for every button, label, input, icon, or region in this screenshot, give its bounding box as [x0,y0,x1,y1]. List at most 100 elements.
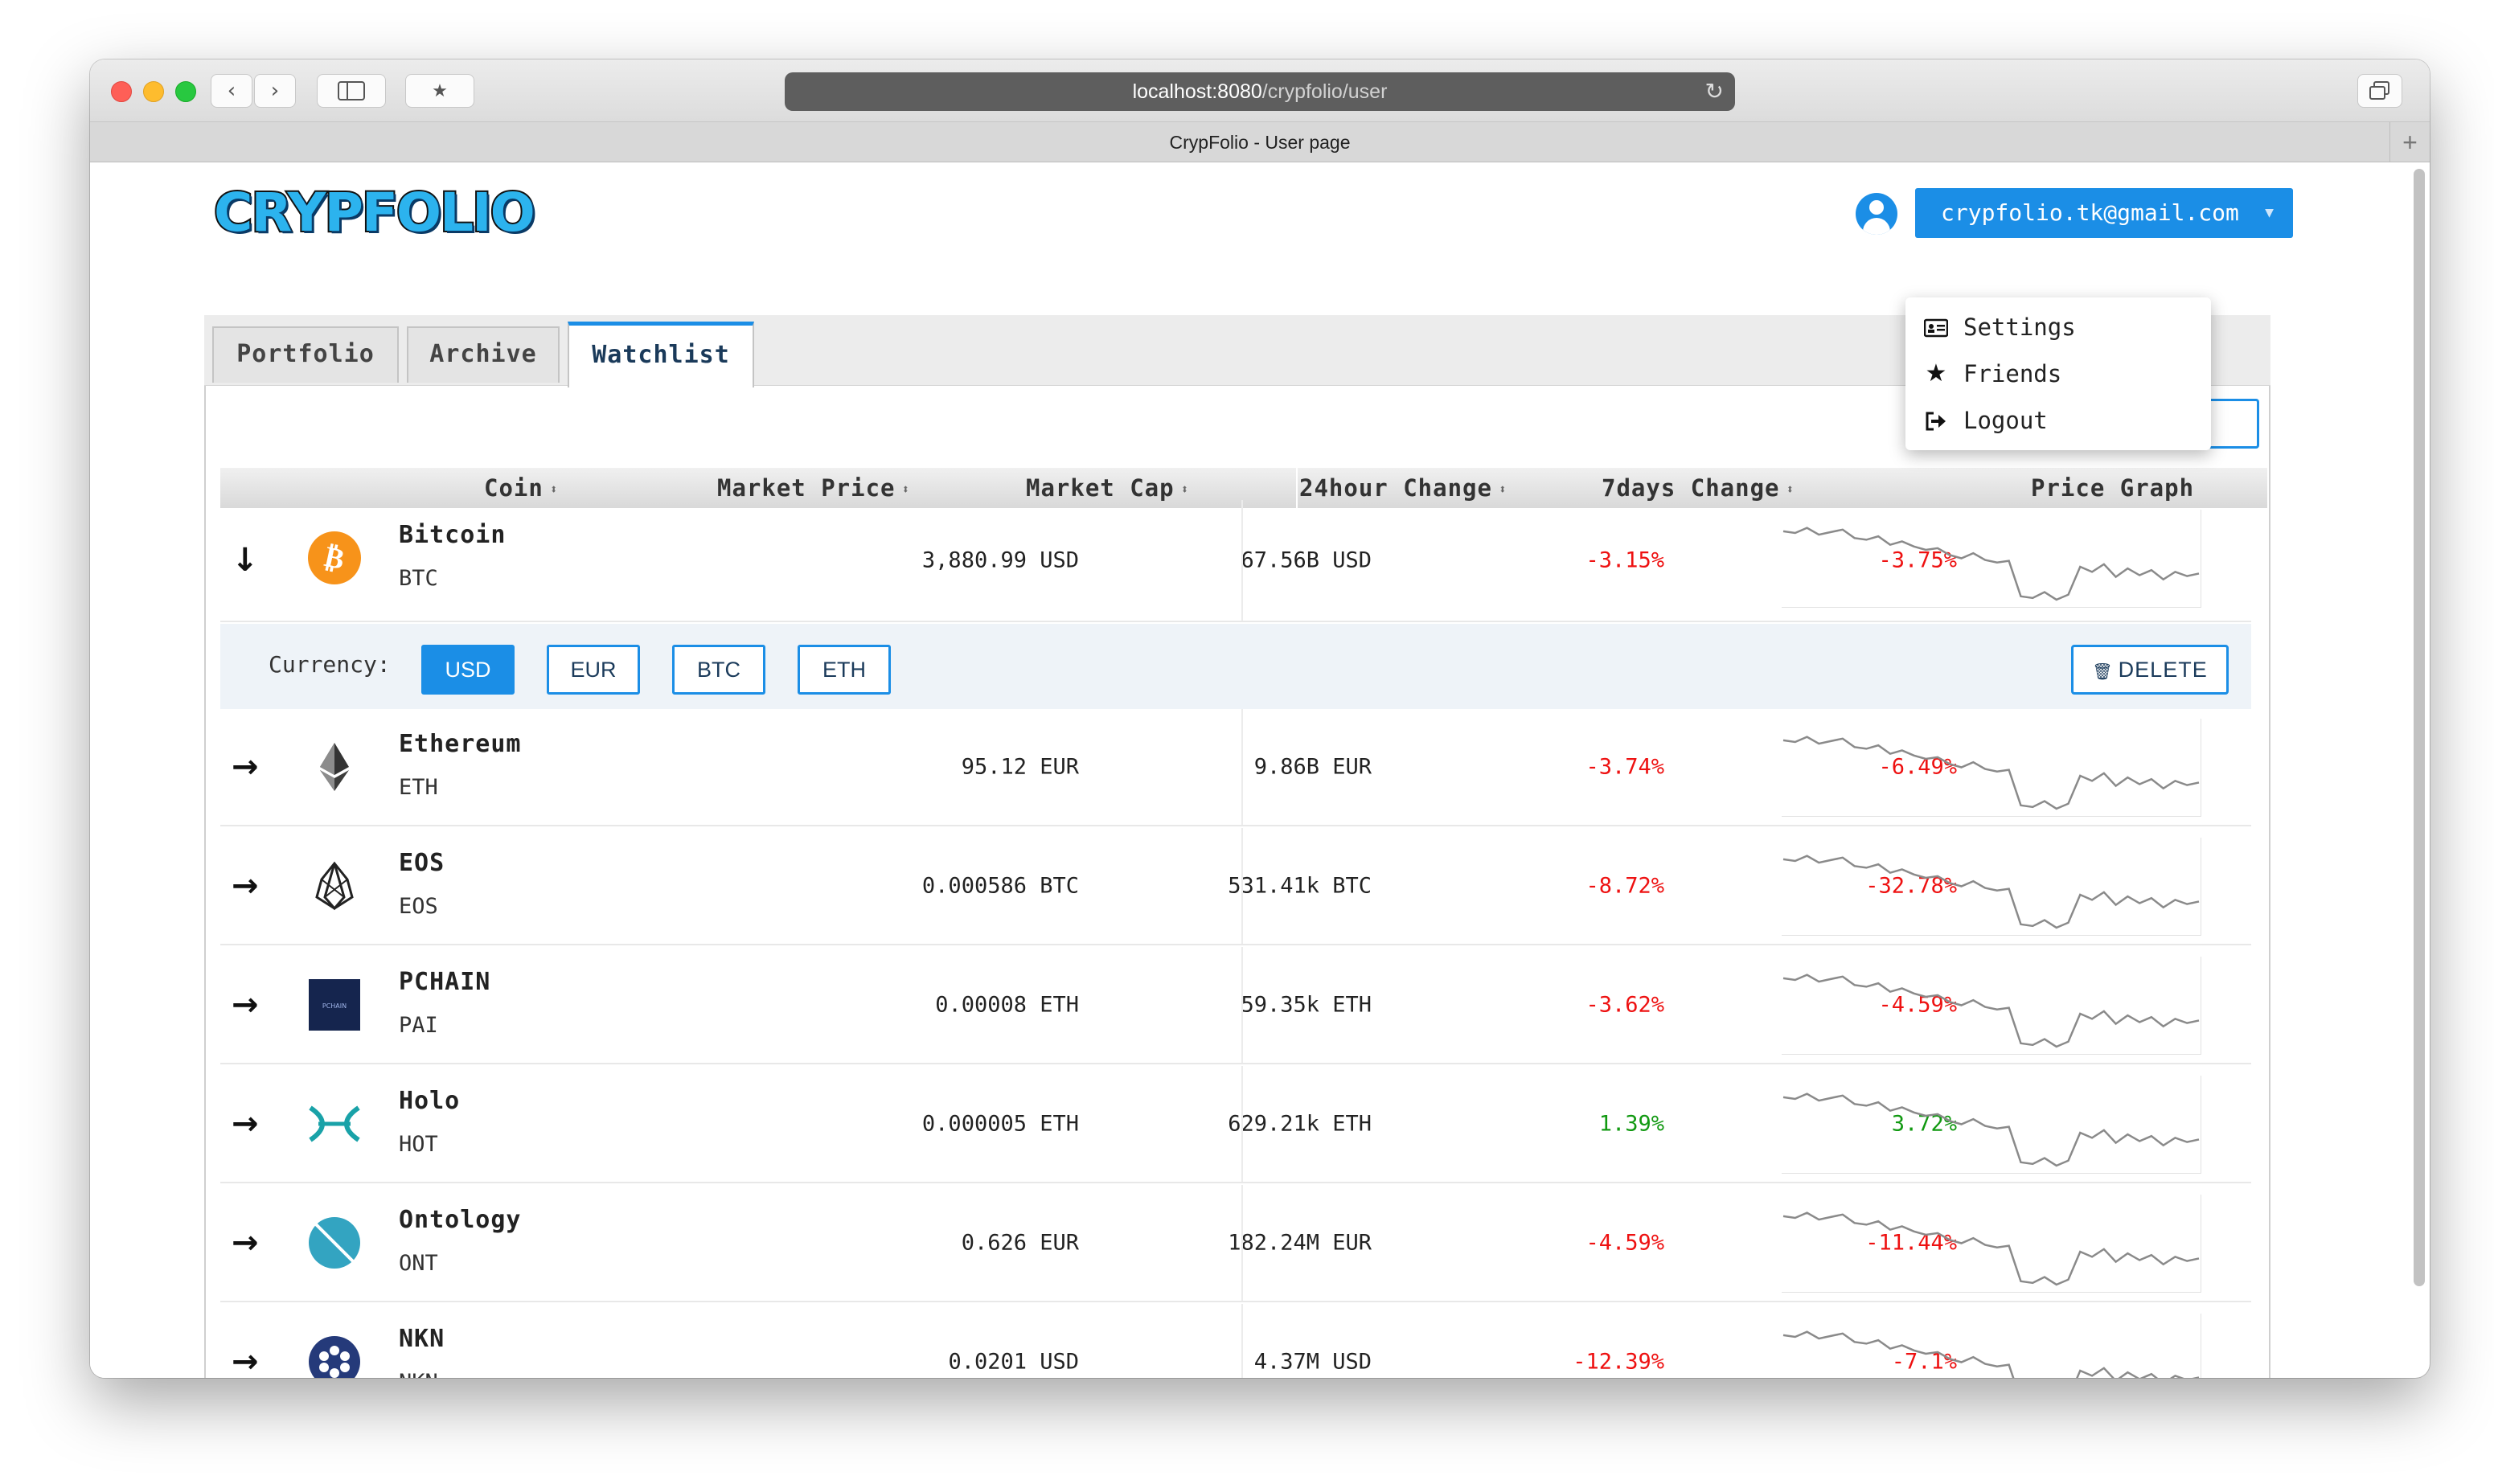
arrow-right-icon[interactable]: → [232,867,259,904]
arrow-right-icon[interactable]: → [232,748,259,785]
tab-overview-button[interactable] [2357,74,2402,108]
trash-icon: 🗑 [2092,662,2114,681]
ontology-icon [307,1215,362,1270]
currency-eth-button[interactable]: ETH [798,645,891,695]
table-row[interactable]: → Ontology ONT 0.626 EUR 182.24M EUR -4.59% -1… [220,1185,2251,1302]
market-cap: 182.24M EUR [1228,1230,1372,1256]
sort-icon: ⬍ [1498,482,1507,497]
coin-name: Holo [399,1087,461,1115]
market-price: 0.626 EUR [961,1230,1079,1256]
eos-icon [307,859,362,913]
chevron-left-icon: ‹ [227,79,236,103]
coin-symbol: EOS [399,894,438,919]
table-row[interactable]: → Holo HOT 0.000005 ETH 629.21k ETH 1.39% 3.72… [220,1066,2251,1183]
currency-btc-button[interactable]: BTC [672,645,765,695]
chevron-right-icon: › [270,79,280,103]
arrow-right-icon[interactable]: → [232,1105,259,1142]
currency-label: Currency: [269,651,391,678]
change-24h: -3.15% [1585,547,1664,573]
change-24h: -8.72% [1585,873,1664,899]
reload-icon[interactable]: ↻ [1705,72,1724,111]
currency-usd-button[interactable]: USD [421,645,515,695]
coin-name: NKN [399,1325,445,1353]
column-divider [1241,1304,1243,1378]
change-24h: -12.39% [1573,1349,1664,1375]
plus-icon: + [2402,128,2418,157]
sidebar-toggle-button[interactable] [317,74,386,108]
market-price: 0.00008 ETH [935,992,1079,1018]
browser-tab-bar[interactable]: CrypFolio - User page + [90,122,2430,162]
coin-symbol: HOT [399,1132,438,1157]
menu-item-logout[interactable]: Logout [1905,397,2211,444]
crypfolio-logo[interactable]: CRYPFOLIO [212,180,537,245]
zoom-window-button[interactable] [175,81,196,102]
coin-name: Ethereum [399,730,522,758]
star-bookmark-icon: ★ [432,80,448,101]
delete-coin-button[interactable]: 🗑 DELETE [2071,645,2229,695]
user-menu-button[interactable]: crypfolio.tk@gmail.com ▼ [1915,188,2293,238]
column-divider [1241,828,1243,944]
arrow-right-icon[interactable]: → [232,1224,259,1261]
price-sparkline [1782,510,2201,608]
arrow-right-icon[interactable]: → [232,1343,259,1378]
user-avatar-icon[interactable] [1856,193,1897,235]
table-row[interactable]: →NKNNKN0.0201 USD4.37M USD-12.39%-7.1% [220,1304,2251,1378]
sort-icon: ⬍ [1180,482,1190,497]
coin-symbol: PAI [399,1013,438,1038]
bookmarks-button[interactable]: ★ [405,74,474,108]
forward-button[interactable]: › [254,74,296,108]
coin-symbol: BTC [399,566,438,591]
arrow-right-icon[interactable]: → [232,986,259,1023]
pchain-icon: PCHAIN [307,978,362,1032]
table-row[interactable]: ↓ ₿ Bitcoin BTC 3,880.99 USD 67.56B USD -3.15%… [220,500,2251,622]
change-24h: -4.59% [1585,1230,1664,1256]
column-divider [1241,947,1243,1063]
address-bar[interactable]: localhost:8080/crypfolio/user ↻ [785,72,1735,111]
close-window-button[interactable] [111,81,132,102]
coin-symbol: ONT [399,1251,438,1276]
change-24h: -3.74% [1585,754,1664,780]
sort-icon: ⬍ [549,482,559,497]
coin-name: PCHAIN [399,968,491,996]
market-cap: 531.41k BTC [1228,873,1372,899]
bitcoin-icon: ₿ [307,531,362,585]
currency-panel: Currency: USD EUR BTC ETH 🗑 DELETE [220,624,2251,709]
coin-name: Ontology [399,1206,522,1234]
back-button[interactable]: ‹ [211,74,252,108]
menu-item-friends[interactable]: ★ Friends [1905,351,2211,397]
holo-icon [307,1097,362,1151]
sort-icon: ⬍ [1786,482,1795,497]
browser-tab-title[interactable]: CrypFolio - User page [1170,132,1351,153]
tab-portfolio[interactable]: Portfolio [212,326,399,383]
coin-name: Bitcoin [399,521,507,549]
market-cap: 59.35k ETH [1241,992,1372,1018]
currency-eur-button[interactable]: EUR [547,645,640,695]
tabs-overview-icon [2369,81,2389,100]
arrow-down-icon[interactable]: ↓ [232,542,259,579]
change-24h: 1.39% [1598,1111,1664,1137]
logout-icon [1922,397,1950,444]
sort-icon: ⬍ [901,482,911,497]
price-sparkline [1782,1076,2201,1174]
sidebar-icon [338,81,365,100]
menu-item-settings[interactable]: Settings [1905,304,2211,351]
id-card-icon [1922,304,1950,351]
market-price: 3,880.99 USD [921,547,1079,573]
minimize-window-button[interactable] [143,81,164,102]
market-price: 0.0201 USD [948,1349,1079,1375]
coin-name: EOS [399,849,445,877]
market-price: 95.12 EUR [961,754,1079,780]
table-row[interactable]: → Ethereum ETH 95.12 EUR 9.86B EUR -3.74% -6.4… [220,709,2251,826]
price-sparkline [1782,1314,2201,1378]
market-cap: 9.86B EUR [1253,754,1372,780]
star-icon: ★ [1925,359,1947,387]
page-scrollbar[interactable] [2414,169,2425,1286]
new-tab-button[interactable]: + [2389,122,2430,162]
tab-watchlist[interactable]: Watchlist [568,322,754,387]
column-divider [1241,1066,1243,1182]
tab-archive[interactable]: Archive [407,326,560,383]
user-email: crypfolio.tk@gmail.com [1941,199,2239,226]
table-row[interactable]: → EOS EOS 0.000586 BTC 531.41k BTC -8.72% -32.… [220,828,2251,945]
coin-symbol: NKN [399,1370,438,1378]
table-row[interactable]: → PCHAIN PCHAIN PAI 0.00008 ETH 59.35k ETH -3.… [220,947,2251,1064]
